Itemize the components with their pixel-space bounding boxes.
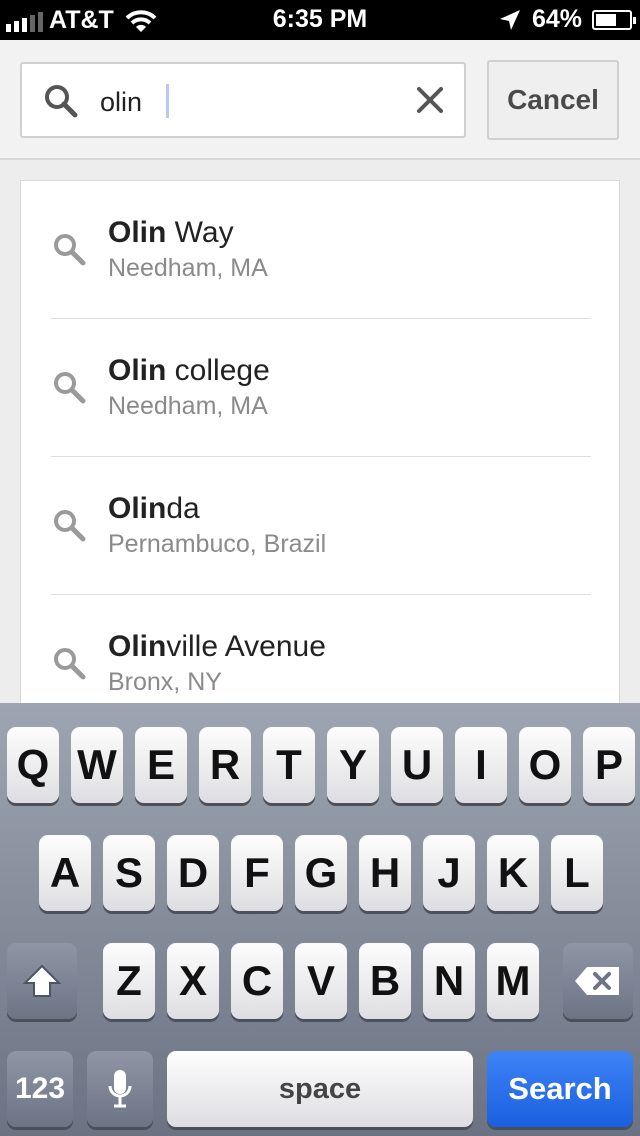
key-z[interactable]: Z <box>103 943 155 1019</box>
key-y[interactable]: Y <box>327 727 379 803</box>
result-subtitle: Bronx, NY <box>108 668 222 696</box>
key-w[interactable]: W <box>71 727 123 803</box>
result-text: Olin Way Needham, MA <box>108 215 268 283</box>
key-i[interactable]: I <box>455 727 507 803</box>
shift-key[interactable] <box>7 943 77 1019</box>
key-d[interactable]: D <box>167 835 219 911</box>
space-key[interactable]: space <box>167 1051 473 1127</box>
key-c[interactable]: C <box>231 943 283 1019</box>
key-g[interactable]: G <box>295 835 347 911</box>
key-m[interactable]: M <box>487 943 539 1019</box>
status-bar: AT&T 6:35 PM 64% <box>0 0 640 40</box>
numbers-key[interactable]: 123 <box>7 1051 73 1127</box>
search-box[interactable] <box>20 62 466 138</box>
backspace-icon <box>575 967 619 995</box>
result-text: Olinville Avenue Bronx, NY <box>108 629 326 697</box>
result-title: Olinville Avenue <box>108 629 326 665</box>
key-b[interactable]: B <box>359 943 411 1019</box>
key-a[interactable]: A <box>39 835 91 911</box>
key-v[interactable]: V <box>295 943 347 1019</box>
battery-fill <box>596 13 617 26</box>
key-q[interactable]: Q <box>7 727 59 803</box>
result-rest: ville Avenue <box>166 630 326 663</box>
result-match: Olin <box>108 492 167 525</box>
key-k[interactable]: K <box>487 835 539 911</box>
key-p[interactable]: P <box>583 727 635 803</box>
result-rest: Way <box>166 216 234 249</box>
key-h[interactable]: H <box>359 835 411 911</box>
result-item[interactable]: Olinville Avenue Bronx, NY <box>21 595 619 709</box>
search-results-list: Olin Way Needham, MA Olin college Needha… <box>20 180 620 710</box>
search-input[interactable] <box>100 82 400 122</box>
result-match: Olin <box>108 630 167 663</box>
location-arrow-icon <box>499 9 520 30</box>
result-subtitle: Needham, MA <box>108 392 268 420</box>
shift-icon <box>22 964 62 997</box>
keyboard: Q W E R T Y U I O P A S D F G H J K L Z … <box>0 703 640 1136</box>
result-title: Olinda <box>108 491 326 527</box>
result-rest: college <box>166 354 270 387</box>
battery-icon <box>592 9 636 30</box>
backspace-key[interactable] <box>563 943 633 1019</box>
result-text: Olinda Pernambuco, Brazil <box>108 491 326 559</box>
result-title: Olin Way <box>108 215 268 251</box>
result-match: Olin <box>108 354 167 387</box>
result-match: Olin <box>108 216 167 249</box>
battery-percent: 64% <box>531 5 582 33</box>
result-item[interactable]: Olin Way Needham, MA <box>21 181 619 319</box>
key-r[interactable]: R <box>199 727 251 803</box>
result-subtitle: Needham, MA <box>108 254 268 282</box>
key-n[interactable]: N <box>423 943 475 1019</box>
key-e[interactable]: E <box>135 727 187 803</box>
result-text: Olin college Needham, MA <box>108 353 270 421</box>
cancel-button[interactable]: Cancel <box>487 60 619 140</box>
result-subtitle: Pernambuco, Brazil <box>108 530 327 558</box>
result-rest: da <box>166 492 200 525</box>
result-title: Olin college <box>108 353 270 389</box>
key-o[interactable]: O <box>519 727 571 803</box>
result-item[interactable]: Olin college Needham, MA <box>21 319 619 457</box>
search-key[interactable]: Search <box>487 1051 633 1127</box>
search-header: Cancel <box>0 40 640 160</box>
result-item[interactable]: Olinda Pernambuco, Brazil <box>21 457 619 595</box>
search-icon <box>54 372 86 404</box>
clear-icon[interactable] <box>412 82 448 118</box>
key-l[interactable]: L <box>551 835 603 911</box>
dictation-key[interactable] <box>87 1051 153 1127</box>
key-u[interactable]: U <box>391 727 443 803</box>
key-j[interactable]: J <box>423 835 475 911</box>
text-cursor <box>166 84 169 118</box>
key-s[interactable]: S <box>103 835 155 911</box>
search-icon <box>54 234 86 266</box>
search-icon <box>54 510 86 542</box>
microphone-icon <box>108 1070 132 1108</box>
search-icon <box>54 648 86 680</box>
key-t[interactable]: T <box>263 727 315 803</box>
search-icon <box>45 85 78 118</box>
status-right: 64% <box>498 5 636 34</box>
key-x[interactable]: X <box>167 943 219 1019</box>
key-f[interactable]: F <box>231 835 283 911</box>
